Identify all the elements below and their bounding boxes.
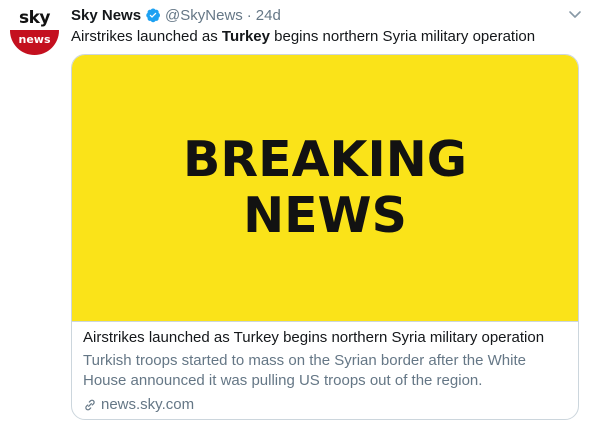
card-image-line-1: BREAKING [183,131,467,188]
tweet-text-end: begins northern Syria military operation [269,28,536,45]
tweet-text: Airstrikes launched as Turkey begins nor… [71,27,535,47]
card-title: Airstrikes launched as Turkey begins nor… [83,329,545,346]
tweet-header: Sky News @SkyNews · 24d [71,5,281,25]
link-card[interactable]: BREAKING NEWS Airstrikes launched as Tur… [71,54,579,420]
tweet[interactable]: sky news Sky News @SkyNews · 24d Airstri… [0,0,597,434]
avatar-logo-news: news [10,30,59,55]
verified-badge-icon [146,8,161,23]
handle[interactable]: @SkyNews [165,7,243,24]
link-icon [85,399,95,411]
tweet-text-start: Airstrikes launched as [71,28,222,45]
avatar[interactable]: sky news [10,6,59,55]
card-image-line-2: NEWS [243,187,407,244]
card-image[interactable]: BREAKING NEWS [72,55,578,322]
card-domain-text: news.sky.com [101,396,195,413]
card-description: Turkish troops started to mass on the Sy… [83,352,526,389]
display-name[interactable]: Sky News [71,7,141,24]
card-domain: news.sky.com [83,395,569,415]
timestamp[interactable]: 24d [256,7,281,24]
chevron-down-icon[interactable] [567,6,583,22]
avatar-logo-sky: sky [10,6,59,30]
card-body: Airstrikes launched as Turkey begins nor… [83,328,569,415]
tweet-text-bold: Turkey [221,28,270,45]
separator-dot: · [246,6,252,24]
